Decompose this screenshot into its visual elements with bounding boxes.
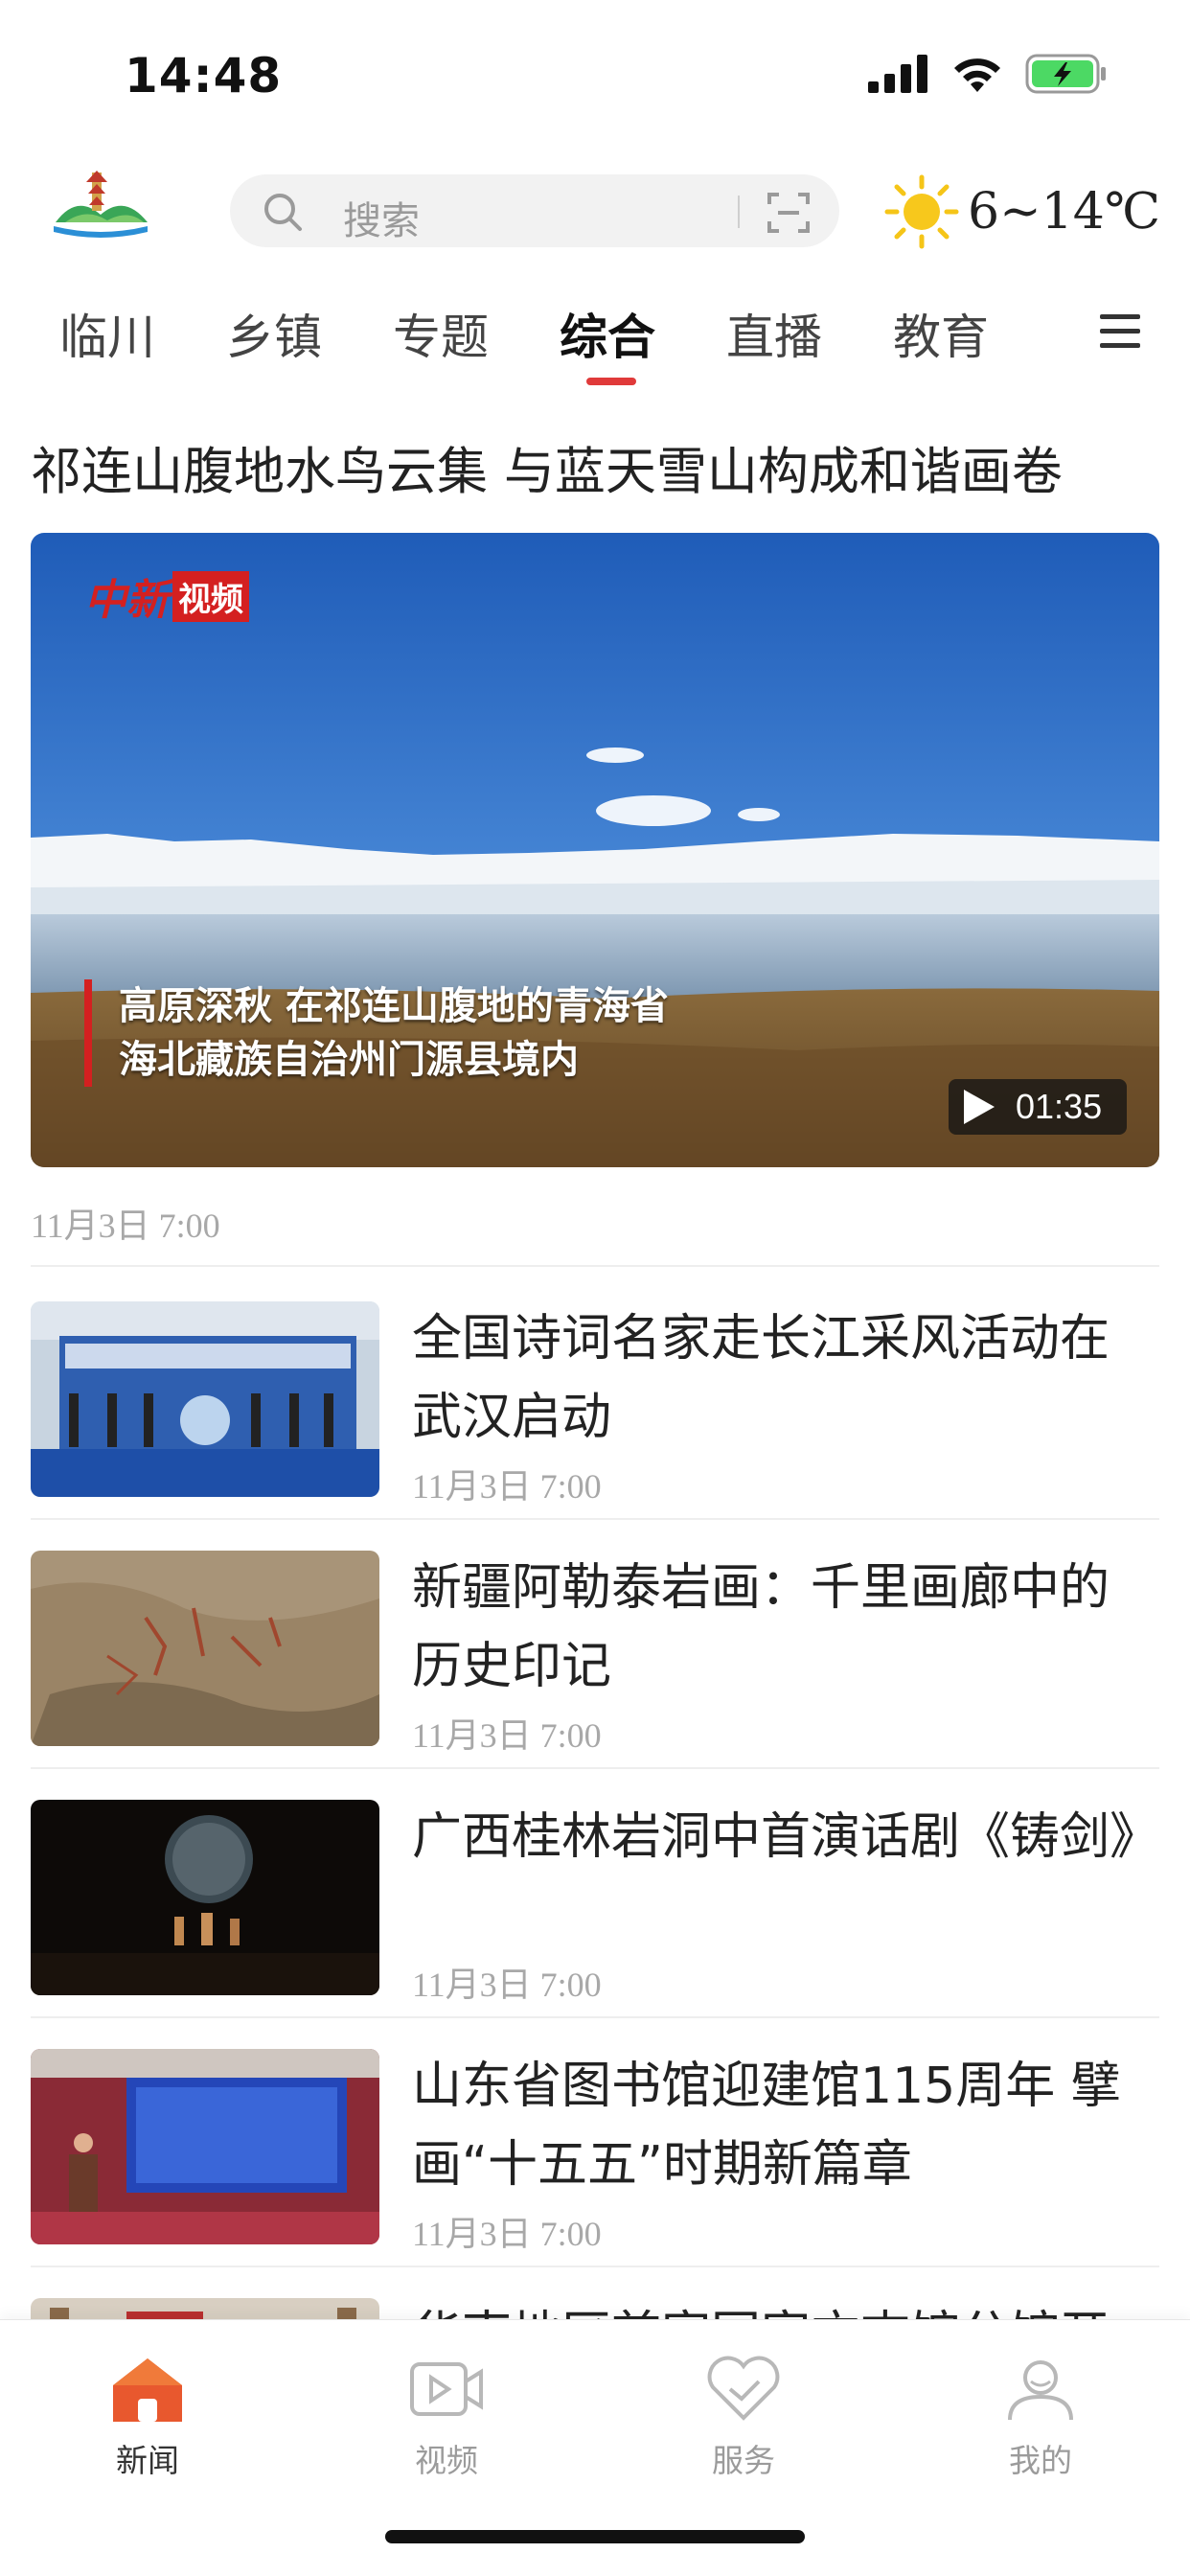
news-thumbnail [31,2049,379,2244]
caption-accent-bar [84,979,92,1087]
duration-badge: 01:35 [949,1079,1127,1135]
divider [31,1265,1159,1267]
nav-news-label: 新闻 [116,2442,179,2479]
nav-service[interactable]: 服务 [648,2355,839,2481]
video-caption-line-2: 海北藏族自治州门源县境内 [119,1038,579,1082]
tab-zhibo[interactable]: 直播 [726,299,822,368]
search-divider [738,196,740,228]
news-thumbnail [31,1301,379,1497]
featured-title[interactable]: 祁连山腹地水鸟云集 与蓝天雪山构成和谐画卷 [31,431,1063,504]
channel-tabs: 临川 乡镇 专题 综合 直播 教育 [0,288,1190,393]
news-item[interactable]: 全国诗词名家走长江采风活动在武汉启动 11月3日 7:00 [0,1271,1190,1520]
app-logo[interactable] [48,165,153,242]
search-placeholder: 搜索 [343,199,420,243]
top-bar: 搜索 6~14℃ [0,163,1190,259]
tab-jiaoyu[interactable]: 教育 [893,299,989,368]
battery-icon [1025,54,1106,94]
featured-video[interactable]: 中新 视频 高原深秋 在祁连山腹地的青海省 海北藏族自治州门源县境内 01:35 [31,533,1159,1167]
nav-service-label: 服务 [712,2442,775,2479]
video-logo-label: 视频 [172,570,249,622]
wifi-icon [954,58,1000,92]
news-date: 11月3日 7:00 [412,1966,602,2004]
search-bar[interactable]: 搜索 [230,174,839,247]
signal-icon [868,55,927,93]
sun-icon [884,174,959,249]
news-title[interactable]: 山东省图书馆迎建馆115周年 擘画“十五五”时期新篇章 [412,2047,1140,2204]
home-icon [113,2358,182,2422]
scan-icon[interactable] [767,192,811,234]
news-item[interactable]: 新疆阿勒泰岩画：千里画廊中的历史印记 11月3日 7:00 [0,1520,1190,1769]
video-caption-line-1: 高原深秋 在祁连山腹地的青海省 [119,984,669,1028]
news-date: 11月3日 7:00 [412,1467,602,1506]
menu-icon[interactable] [1098,310,1142,353]
status-icons [868,54,1108,94]
nav-video[interactable]: 视频 [351,2355,542,2481]
news-title[interactable]: 全国诗词名家走长江采风活动在武汉启动 [412,1300,1140,1457]
featured-date: 11月3日 7:00 [31,1207,220,1245]
news-thumbnail [31,1551,379,1746]
tab-linchuan[interactable]: 临川 [59,299,155,368]
home-indicator [385,2530,805,2543]
news-title[interactable]: 新疆阿勒泰岩画：千里画廊中的历史印记 [412,1549,1140,1706]
news-item[interactable]: 山东省图书馆迎建馆115周年 擘画“十五五”时期新篇章 11月3日 7:00 [0,2018,1190,2267]
tab-zhuanti[interactable]: 专题 [393,299,489,368]
tab-zonghe[interactable]: 综合 [560,299,655,368]
video-duration: 01:35 [1016,1087,1103,1126]
news-item[interactable]: 广西桂林岩洞中首演话剧《铸剑》 11月3日 7:00 [0,1769,1190,2018]
news-thumbnail [31,1800,379,1995]
play-icon [964,1090,995,1124]
status-time: 14:48 [125,48,283,104]
news-date: 11月3日 7:00 [412,1716,602,1755]
nav-profile-label: 我的 [1009,2442,1072,2479]
video-caption: 高原深秋 在祁连山腹地的青海省 海北藏族自治州门源县境内 [119,979,669,1087]
status-bar: 14:48 [0,0,1190,153]
nav-profile[interactable]: 我的 [945,2355,1136,2481]
video-logo-mark: 中新 [84,576,169,625]
nav-video-label: 视频 [415,2442,478,2479]
weather-widget[interactable]: 6~14℃ [883,171,1160,253]
temperature-text: 6~14℃ [968,183,1160,241]
tab-xiangzhen[interactable]: 乡镇 [226,299,322,368]
nav-news[interactable]: 新闻 [52,2355,243,2481]
news-title[interactable]: 广西桂林岩洞中首演话剧《铸剑》 [412,1798,1159,1876]
video-icon [410,2362,483,2416]
active-tab-indicator [586,378,636,385]
video-source-logo: 中新 视频 [84,565,249,627]
user-icon [1008,2360,1073,2421]
heart-icon [707,2356,780,2421]
news-date: 11月3日 7:00 [412,2215,602,2253]
search-icon [264,194,302,231]
